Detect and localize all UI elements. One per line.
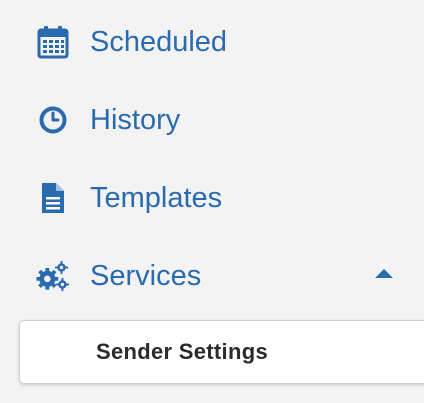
sidebar-item-label: Services [90,260,202,292]
sidebar-item-label: History [90,104,181,136]
submenu-item-label: Sender Settings [96,339,268,364]
sidebar-item-scheduled[interactable]: Scheduled [0,12,424,72]
services-submenu: Sender Settings [19,320,424,384]
sidebar-item-templates[interactable]: Templates [0,168,424,228]
calendar-icon [36,25,70,59]
sidebar-item-history[interactable]: History [0,90,424,150]
submenu-item-sender-settings[interactable]: Sender Settings [20,321,424,383]
sidebar-item-label: Scheduled [90,26,228,58]
gears-icon [36,259,70,293]
collapse-caret-icon[interactable] [375,269,393,278]
document-icon [36,181,70,215]
sidebar-nav: Scheduled History Templates Services Sen… [0,0,424,403]
clock-icon [36,103,70,137]
sidebar-item-label: Templates [90,182,223,214]
sidebar-item-services[interactable]: Services [0,246,424,306]
